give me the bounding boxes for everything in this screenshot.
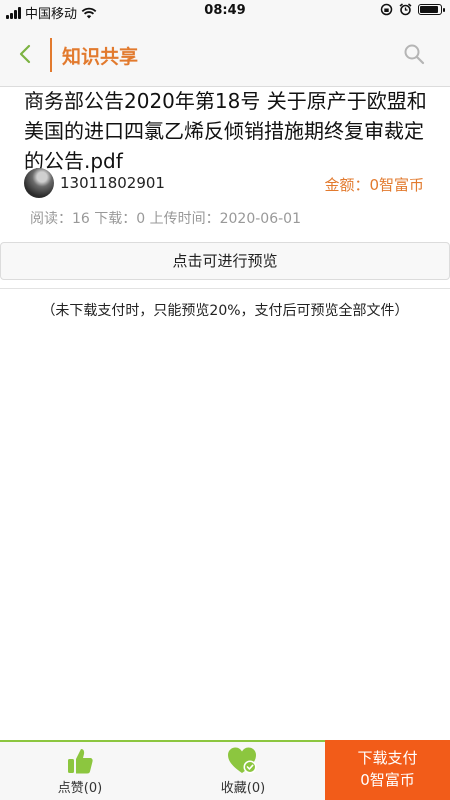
document-price: 金额：0智富币 xyxy=(324,176,424,194)
page-title: 知识共享 xyxy=(62,46,139,68)
battery-level xyxy=(420,6,438,13)
preview-button[interactable]: 点击可进行预览 xyxy=(0,242,450,280)
nav-bar: 知识共享 xyxy=(0,22,450,87)
status-right xyxy=(380,3,445,16)
uploader-name[interactable]: 13011802901 xyxy=(60,174,165,192)
heart-check-icon xyxy=(228,747,257,774)
like-button[interactable]: 点赞(0) xyxy=(0,742,160,800)
download-pay-button[interactable]: 下载支付 0智富币 xyxy=(325,740,450,800)
bottom-bar: 点赞(0) 收藏(0) 下载支付 0智富币 xyxy=(0,740,450,800)
nav-divider xyxy=(50,38,52,72)
pay-button-line2: 0智富币 xyxy=(360,771,415,789)
search-icon[interactable] xyxy=(402,42,426,66)
divider xyxy=(0,288,450,289)
like-label: 点赞(0) xyxy=(57,781,103,796)
alarm-icon xyxy=(399,3,412,16)
status-bar: 中国移动 08:49 xyxy=(0,0,450,22)
favorite-label: 收藏(0) xyxy=(220,781,266,796)
thumbs-up-icon xyxy=(68,749,93,774)
document-meta: 阅读：16 下载：0 上传时间：2020-06-01 xyxy=(30,211,301,227)
preview-notice: （未下载支付时，只能预览20%，支付后可预览全部文件） xyxy=(41,303,409,319)
back-chevron-icon[interactable] xyxy=(14,42,38,66)
favorite-button[interactable]: 收藏(0) xyxy=(163,742,323,800)
avatar[interactable] xyxy=(24,168,54,198)
battery-icon xyxy=(418,4,445,15)
pay-button-line1: 下载支付 xyxy=(357,749,418,767)
document-title: 商务部公告2020年第18号 关于原产于欧盟和美国的进口四氯乙烯反倾销措施期终复… xyxy=(24,89,427,173)
rotation-lock-icon xyxy=(380,3,393,16)
